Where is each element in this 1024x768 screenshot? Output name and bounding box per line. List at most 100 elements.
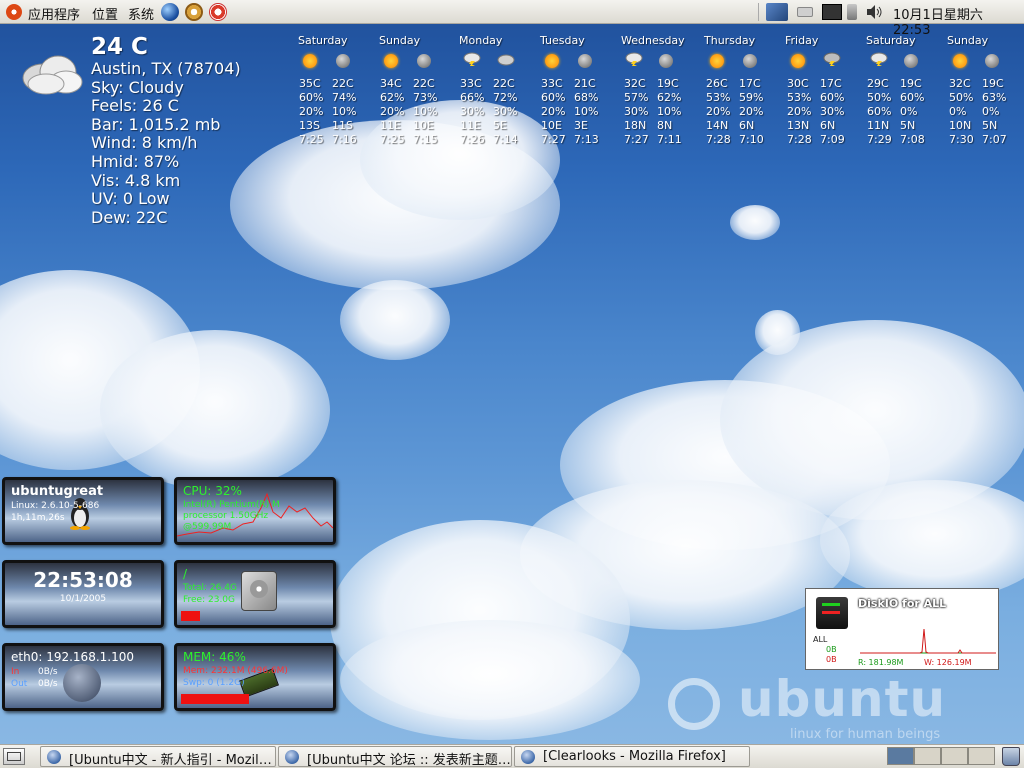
forecast-humidity: 66%: [460, 91, 485, 104]
forecast-wind: 18N: [624, 119, 647, 132]
taskbar-window-title: [Clearlooks - Mozilla Firefox]: [543, 749, 726, 764]
taskbar-window-button[interactable]: [Ubuntu中文 论坛 :: 发表新主题…: [278, 746, 512, 767]
forecast-low: 17C: [739, 77, 761, 90]
hostname: ubuntugreat: [11, 484, 104, 499]
places-menu[interactable]: 位置: [92, 4, 118, 23]
firefox-icon: [47, 750, 61, 764]
forecast-precip: 20%: [706, 105, 731, 118]
forecast-humidity: 53%: [706, 91, 731, 104]
help-launcher-icon[interactable]: [209, 3, 227, 21]
forecast-humidity: 59%: [739, 91, 764, 104]
swap-detail: Swp: 0 (1.2G): [183, 678, 245, 688]
forecast-wind: 8N: [657, 119, 673, 132]
thunderstorm-icon: [870, 52, 888, 66]
network-out: Out 0B/s: [11, 679, 58, 689]
forecast-precip: 30%: [460, 105, 485, 118]
weather-cloud-icon: [18, 50, 84, 96]
cpu-label-text: CPU:: [183, 484, 212, 498]
power-plug-icon[interactable]: [847, 4, 857, 20]
disk-free: Free: 23.0G: [183, 595, 236, 605]
memory-usage: 46%: [219, 650, 246, 664]
sun-icon: [545, 54, 559, 68]
moon-icon: [743, 54, 757, 68]
moon-icon: [578, 54, 592, 68]
memory-detail: Mem: 232.1M (496.6M): [183, 666, 288, 676]
forecast-wind: 5N: [982, 119, 998, 132]
forecast-humidity: 50%: [949, 91, 974, 104]
forecast-precip: 30%: [493, 105, 518, 118]
weather-visibility: Vis: 4.8 km: [91, 170, 181, 190]
forecast-humidity: 73%: [413, 91, 438, 104]
applications-menu[interactable]: 应用程序: [28, 4, 80, 23]
taskbar-window-button[interactable]: [Ubuntu中文 - 新人指引 - Mozil…: [40, 746, 276, 767]
sun-icon: [791, 54, 805, 68]
weather-current: 24 C Austin, TX (78704) Sky: Cloudy Feel…: [91, 34, 241, 227]
disk-mount: /: [183, 567, 188, 581]
thunderstorm-icon: [463, 52, 481, 66]
network-globe-icon: [63, 664, 101, 702]
forecast-wind: 6N: [820, 119, 836, 132]
sun-icon: [710, 54, 724, 68]
bottom-panel: [Ubuntu中文 - 新人指引 - Mozil… [Ubuntu中文 论坛 :…: [0, 744, 1024, 768]
network-monitor-icon[interactable]: [822, 4, 842, 20]
workspace-1[interactable]: [887, 747, 914, 765]
weather-location: Austin, TX (78704): [91, 59, 241, 78]
network-in-value: 0B/s: [38, 667, 58, 677]
wallpaper-cloud: [100, 330, 330, 490]
forecast-day-name: Monday: [459, 34, 503, 47]
ubuntu-menu-icon[interactable]: [6, 4, 22, 20]
email-launcher-icon[interactable]: [185, 3, 203, 21]
network-in-label: In: [11, 667, 20, 677]
forecast-sunset: 7:13: [574, 133, 599, 146]
weather-wind: Wind: 8 km/h: [91, 133, 198, 153]
forecast-day-name: Sunday: [947, 34, 989, 47]
forecast-precip: 20%: [541, 105, 566, 118]
cpu-model: Intel(R) Pentium(R) M: [183, 500, 280, 510]
cloud-icon: [497, 54, 515, 66]
memory-label-text: MEM:: [183, 650, 216, 664]
forecast-high: 35C: [299, 77, 321, 90]
show-desktop-button[interactable]: [3, 748, 25, 765]
workspace-3[interactable]: [941, 747, 968, 765]
panel-clock[interactable]: 10月1日星期六 22:53: [893, 4, 1024, 38]
network-in: In 0B/s: [11, 667, 58, 677]
desktop-clock-date: 10/1/2005: [59, 594, 107, 604]
forecast-wind: 11E: [460, 119, 481, 132]
desktop-clock-time: 22:53:08: [33, 568, 133, 592]
workspace-2[interactable]: [914, 747, 941, 765]
printer-icon[interactable]: [797, 7, 813, 17]
disk-widget: / Total: 26.4G Free: 23.0G: [174, 560, 336, 628]
forecast-precip: 10%: [413, 105, 438, 118]
taskbar-window-button[interactable]: [Clearlooks - Mozilla Firefox]: [514, 746, 750, 767]
forecast-day-name: Saturday: [866, 34, 916, 47]
forecast-precip: 10%: [574, 105, 599, 118]
volume-icon[interactable]: [865, 4, 883, 20]
system-tray-applet-icon[interactable]: [766, 3, 788, 21]
forecast-humidity: 50%: [867, 91, 892, 104]
kernel-version: Linux: 2.6.10-5-686: [11, 501, 100, 511]
ubuntu-tagline: linux for human beings: [790, 727, 941, 742]
show-desktop-icon: [7, 752, 21, 761]
web-browser-launcher-icon[interactable]: [161, 3, 179, 21]
forecast-precip: 30%: [624, 105, 649, 118]
forecast-high: 26C: [706, 77, 728, 90]
forecast-high: 33C: [541, 77, 563, 90]
forecast-low: 21C: [574, 77, 596, 90]
forecast-wind: 11E: [380, 119, 401, 132]
memory-usage-bar: [181, 694, 249, 704]
forecast-humidity: 62%: [657, 91, 682, 104]
trash-icon[interactable]: [1002, 747, 1020, 766]
wallpaper-cloud: [340, 620, 640, 740]
forecast-humidity: 63%: [982, 91, 1007, 104]
forecast-day-name: Sunday: [379, 34, 421, 47]
network-out-value: 0B/s: [38, 679, 58, 689]
forecast-humidity: 60%: [541, 91, 566, 104]
forecast-precip: 10%: [332, 105, 357, 118]
system-menu[interactable]: 系统: [128, 4, 154, 23]
forecast-sunset: 7:10: [739, 133, 764, 146]
forecast-sunrise: 7:26: [460, 133, 485, 146]
workspace-4[interactable]: [968, 747, 995, 765]
thunderstorm-icon: [823, 52, 841, 66]
diskio-read-value: 0B: [826, 645, 837, 654]
forecast-precip: 20%: [787, 105, 812, 118]
